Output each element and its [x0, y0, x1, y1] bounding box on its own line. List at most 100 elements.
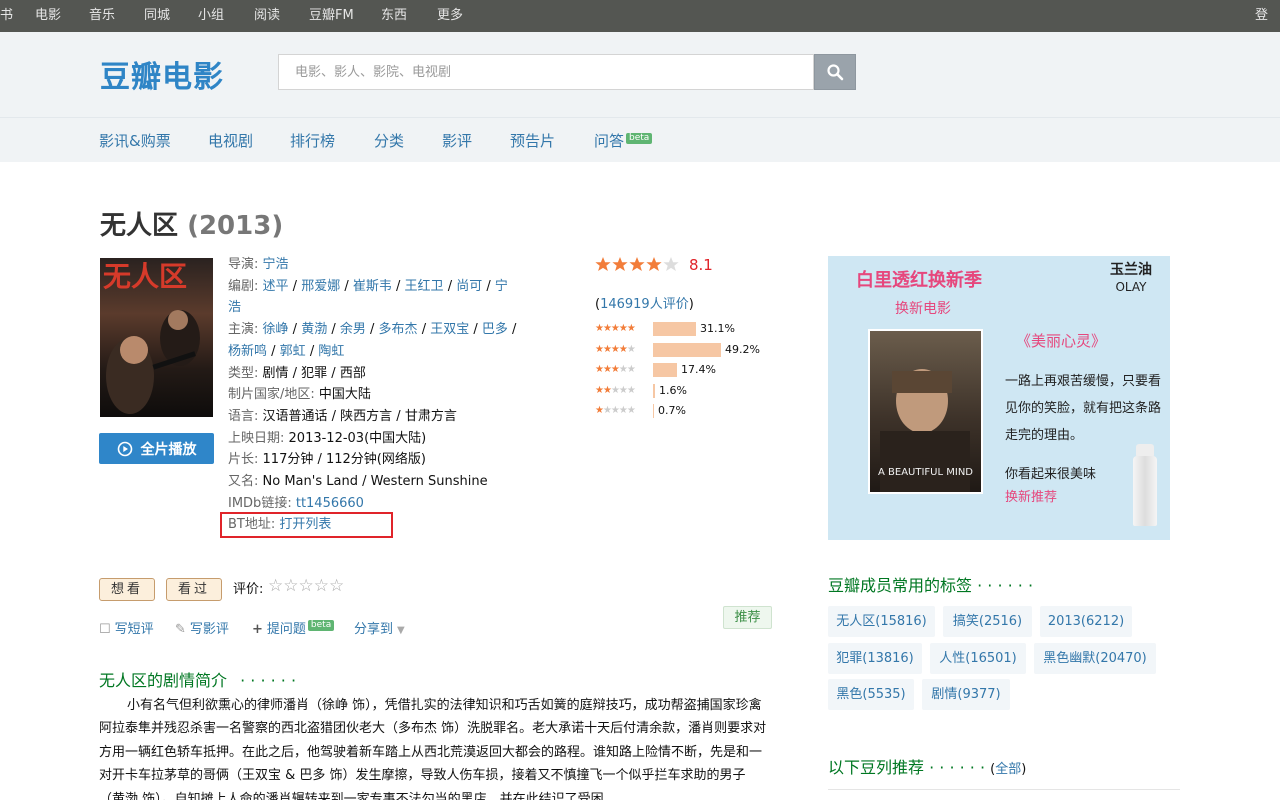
writer-link[interactable]: 王红卫 [405, 279, 444, 294]
movie-year: (2013) [187, 211, 284, 241]
aka-value: No Man's Land / Western Sunshine [262, 474, 488, 490]
global-nav-city[interactable]: 同城 [144, 0, 170, 32]
nav-tv[interactable]: 电视剧 [208, 130, 253, 151]
writer-link[interactable]: 述平 [263, 279, 289, 294]
language-row: 语言: 汉语普通话 / 陕西方言 / 甘肃方言 [228, 406, 518, 428]
ad-copy: 一路上再艰苦缓慢，只要看见你的笑脸，就有把这条路走完的理由。 [1005, 374, 1162, 443]
tag-chip[interactable]: 黑色(5535) [828, 679, 914, 710]
rating-count-link[interactable]: 146919人评价 [600, 297, 689, 312]
site-logo[interactable]: 豆瓣电影 [100, 52, 224, 96]
global-nav-things[interactable]: 东西 [381, 0, 407, 32]
nav-charts[interactable]: 排行榜 [290, 130, 335, 151]
ad-banner[interactable]: 白里透红换新季 换新电影 玉兰油 OLAY A BEAUTIFUL MIND 《美… [828, 256, 1170, 540]
global-nav-fm[interactable]: 豆瓣FM [309, 0, 354, 32]
director-link[interactable]: 宁浩 [263, 257, 289, 272]
speech-bubble-icon: ☐ [99, 622, 111, 637]
tag-chip[interactable]: 无人区(15816) [828, 606, 935, 637]
rating-row-stars: ★★★★★ [595, 384, 636, 396]
ask-question-link[interactable]: + 提问题 beta [252, 618, 335, 637]
page-title: 无人区 (2013) [100, 205, 283, 242]
cast-label: 主演: [228, 322, 259, 338]
writer-link[interactable]: 邢爱娜 [301, 279, 340, 294]
doulist-heading: 以下豆列推荐 · · · · · · (全部) [828, 754, 1026, 778]
doulist-more: (全部) [990, 762, 1026, 777]
cast-link[interactable]: 杨新鸣 [228, 344, 267, 359]
rating-star [629, 257, 645, 271]
recommend-button[interactable]: 推荐 [723, 606, 772, 629]
imdb-label: IMDb链接: [228, 495, 292, 511]
cast-link[interactable]: 余男 [340, 322, 366, 337]
country-value: 中国大陆 [318, 387, 371, 403]
tag-chip[interactable]: 2013(6212) [1040, 606, 1132, 637]
movie-nav: 影讯&购票 电视剧 排行榜 分类 影评 预告片 问答 beta [0, 117, 1280, 162]
cast-link[interactable]: 黄渤 [301, 322, 327, 337]
tag-chip[interactable]: 犯罪(13816) [828, 643, 922, 674]
cast-link[interactable]: 郭虹 [280, 344, 306, 359]
write-review-link[interactable]: ✎ 写影评 [175, 618, 229, 637]
tag-chip[interactable]: 黑色幽默(20470) [1034, 643, 1156, 674]
beta-badge: beta [307, 620, 335, 631]
synopsis-text: 小有名气但利欲熏心的律师潘肖（徐峥 饰），凭借扎实的法律知识和巧舌如簧的庭辩技巧… [99, 698, 767, 800]
cast-link[interactable]: 王双宝 [430, 322, 469, 337]
aka-label: 又名: [228, 474, 259, 490]
nav-qa[interactable]: 问答 beta [594, 130, 653, 151]
director-label: 导演: [228, 257, 259, 272]
release-label: 上映日期: [228, 430, 285, 446]
play-full-movie-button[interactable]: 全片播放 [99, 433, 214, 464]
writer-link[interactable]: 崔斯韦 [353, 279, 392, 294]
bt-highlight-box [220, 512, 393, 538]
runtime-row: 片长: 117分钟 / 112分钟(网络版) [228, 449, 518, 471]
share-dropdown[interactable]: 分享到 ▼ [354, 618, 405, 637]
global-nav-bar: 书 电影 音乐 同城 小组 阅读 豆瓣FM 东西 更多 登录 [0, 0, 1280, 55]
movie-poster[interactable]: 无人区 [100, 258, 213, 417]
country-row: 制片国家/地区: 中国大陆 [228, 384, 518, 406]
ad-tagline-2: 换新推荐 [1005, 490, 1058, 505]
rating-row-stars: ★★★★★ [595, 364, 636, 375]
search-button[interactable] [814, 54, 856, 90]
my-rating-label: 评价: [233, 582, 264, 597]
write-short-comment-link[interactable]: ☐ 写短评 [99, 618, 154, 637]
nav-trailers[interactable]: 预告片 [510, 130, 555, 151]
nav-tickets[interactable]: 影讯&购票 [99, 130, 171, 151]
imdb-link[interactable]: tt1456660 [296, 496, 364, 511]
genre-label: 类型: [228, 365, 259, 381]
rating-row-stars: ★★★★★ [595, 323, 636, 334]
site-header: 豆瓣电影 [0, 32, 1280, 117]
global-nav-more[interactable]: 更多 [437, 0, 463, 32]
tag-chip[interactable]: 人性(16501) [930, 643, 1026, 674]
search-input[interactable] [279, 55, 813, 89]
cast-link[interactable]: 陶虹 [318, 344, 344, 359]
tags-heading: 豆瓣成员常用的标签 · · · · · · [828, 572, 1033, 596]
global-nav-movie[interactable]: 电影 [35, 0, 61, 32]
rating-star-empty [663, 257, 679, 271]
watched-button[interactable]: 看过 [166, 578, 222, 601]
nav-categories[interactable]: 分类 [374, 130, 404, 151]
synopsis-title: 无人区的剧情简介 [99, 671, 228, 690]
writer-link[interactable]: 尚可 [456, 279, 482, 294]
ad-tagline: 你看起来很美味 [1005, 467, 1097, 482]
nav-reviews[interactable]: 影评 [442, 130, 472, 151]
global-nav-read[interactable]: 阅读 [254, 0, 280, 32]
want-to-watch-button[interactable]: 想看 [99, 578, 155, 601]
rating-percent: 0.7% [658, 404, 686, 417]
rating-count-close: ) [688, 297, 694, 312]
my-rating-stars[interactable]: ☆☆☆☆☆ [268, 576, 344, 596]
ad-film-title: 《美丽心灵》 [1016, 332, 1107, 350]
synopsis-heading: 无人区的剧情简介 · · · · · · [99, 667, 296, 691]
poster-figures-illustration [106, 310, 200, 414]
cast-link[interactable]: 多布杰 [379, 322, 418, 337]
global-nav-group[interactable]: 小组 [198, 0, 224, 32]
rating-star [612, 257, 628, 271]
cast-link[interactable]: 巴多 [482, 322, 508, 337]
global-nav-music[interactable]: 音乐 [89, 0, 115, 32]
doulist-all-link[interactable]: 全部 [995, 762, 1021, 777]
divider [828, 789, 1180, 790]
tag-chip[interactable]: 搞笑(2516) [943, 606, 1032, 637]
cast-row: 主演: 徐峥 / 黄渤 / 余男 / 多布杰 / 王双宝 / 巴多 / 杨新鸣 … [228, 322, 517, 359]
rating-row-stars: ★★★★★ [595, 343, 636, 355]
cast-link[interactable]: 徐峥 [263, 322, 289, 337]
global-nav-book[interactable]: 书 [0, 0, 13, 32]
tag-chip[interactable]: 剧情(9377) [922, 679, 1010, 710]
release-row: 上映日期: 2013-12-03(中国大陆) [228, 428, 518, 450]
ad-film-poster-title: A BEAUTIFUL MIND [878, 467, 973, 478]
